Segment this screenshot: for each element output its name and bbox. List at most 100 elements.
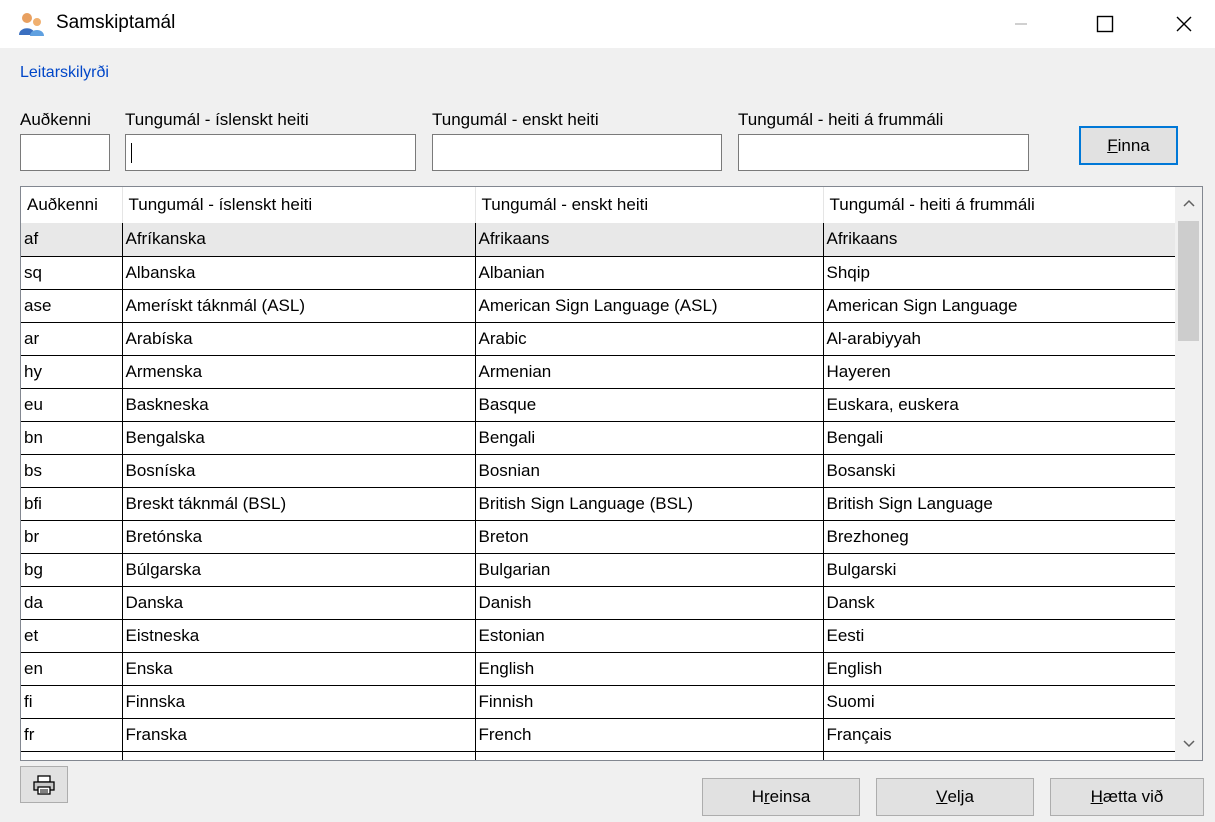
cell-native-name: Shqip	[823, 256, 1176, 290]
cell-english-name: Bulgarian	[475, 553, 824, 587]
cell-native-name: Al-arabiyyah	[823, 322, 1176, 356]
table-row[interactable]: bg Búlgarska Bulgarian Bulgarski	[21, 553, 1176, 587]
select-button-label: elja	[947, 787, 974, 806]
cell-id: bn	[21, 421, 123, 455]
cell-id: hy	[21, 355, 123, 389]
cell-id: ase	[21, 289, 123, 323]
cell-native-name: Bulgarski	[823, 553, 1176, 587]
chevron-down-icon	[1182, 740, 1195, 748]
cell-icelandic-name: Bretónska	[122, 520, 476, 554]
title-bar: Samskiptamál	[0, 0, 1215, 48]
find-button-mnemonic: F	[1107, 135, 1118, 155]
table-row[interactable]: en Enska English English	[21, 652, 1176, 686]
cell-english-name: Estonian	[475, 619, 824, 653]
cell-english-name: Afrikaans	[475, 223, 824, 257]
table-row[interactable]: da Danska Danish Dansk	[21, 586, 1176, 620]
cell-id: br	[21, 520, 123, 554]
cell-native-name: Hayeren	[823, 355, 1176, 389]
icelandic-name-field-label: Tungumál - íslenskt heiti	[125, 110, 309, 129]
column-header-native-name[interactable]: Tungumál - heiti á frummáli	[823, 187, 1176, 223]
select-button[interactable]: Velja	[876, 778, 1034, 816]
cell-english-name: American Sign Language (ASL)	[475, 289, 824, 323]
column-header-icelandic-name[interactable]: Tungumál - íslenskt heiti	[122, 187, 476, 223]
cell-id: ar	[21, 322, 123, 356]
cell-id: fr	[21, 718, 123, 752]
select-button-mnemonic: V	[936, 787, 948, 806]
table-row[interactable]: bn Bengalska Bengali Bengali	[21, 421, 1176, 455]
cell-native-name: Eesti	[823, 619, 1176, 653]
column-header-id[interactable]: Auðkenni	[21, 187, 123, 223]
cell-native-name: Bengali	[823, 421, 1176, 455]
table-row[interactable]: et Eistneska Estonian Eesti	[21, 619, 1176, 653]
find-button-label: inna	[1117, 135, 1150, 155]
table-row[interactable]: br Bretónska Breton Brezhoneg	[21, 520, 1176, 554]
grid-body: af Afríkanska Afrikaans Afrikaans sq Albanska…	[21, 223, 1176, 760]
table-row[interactable]: ar Arabíska Arabic Al-arabiyyah	[21, 322, 1176, 356]
cell-id: et	[21, 619, 123, 653]
close-icon	[1176, 16, 1192, 32]
cell-id: en	[21, 652, 123, 686]
cell-english-name: British Sign Language (BSL)	[475, 487, 824, 521]
column-header-english-name[interactable]: Tungumál - enskt heiti	[475, 187, 824, 223]
minimize-button[interactable]	[992, 0, 1050, 48]
scroll-down-button[interactable]	[1175, 728, 1202, 760]
find-button[interactable]: Finna	[1079, 126, 1178, 165]
native-name-field[interactable]	[738, 134, 1029, 171]
icelandic-name-field[interactable]	[125, 134, 416, 171]
id-field[interactable]	[20, 134, 110, 171]
minimize-icon	[1015, 23, 1027, 25]
cell-native-name: Brezhoneg	[823, 520, 1176, 554]
scroll-thumb[interactable]	[1178, 221, 1199, 341]
cell-id: af	[21, 223, 123, 257]
cell-native-name: Suomi	[823, 685, 1176, 719]
print-button[interactable]	[20, 766, 68, 803]
people-icon	[19, 13, 44, 36]
cell-english-name: Finnish	[475, 685, 824, 719]
table-row[interactable]: fr Franska French Français	[21, 718, 1176, 752]
cell-icelandic-name: Danska	[122, 586, 476, 620]
printer-icon	[33, 774, 55, 795]
cell-icelandic-name: Eistneska	[122, 619, 476, 653]
cell-icelandic-name: Franska	[122, 718, 476, 752]
cell-icelandic-name: Arabíska	[122, 322, 476, 356]
table-row[interactable]: fi Finnska Finnish Suomi	[21, 685, 1176, 719]
cancel-button-mnemonic: H	[1090, 787, 1103, 806]
clear-button-label: einsa	[769, 787, 811, 806]
cell-native-name: British Sign Language	[823, 487, 1176, 521]
cell-id: fi	[21, 685, 123, 719]
cell-native-name: American Sign Language	[823, 289, 1176, 323]
table-row[interactable]: foFæreyskaFaroeseFøroyskt	[21, 751, 1176, 760]
close-button[interactable]	[1155, 0, 1213, 48]
cell-english-name: Bosnian	[475, 454, 824, 488]
cell-english-name: Danish	[475, 586, 824, 620]
cell-english-name: French	[475, 718, 824, 752]
vertical-scrollbar[interactable]	[1175, 187, 1202, 760]
cell-id: eu	[21, 388, 123, 422]
cell-native-name: English	[823, 652, 1176, 686]
table-row[interactable]: af Afríkanska Afrikaans Afrikaans	[21, 223, 1176, 257]
cell-icelandic-name: Bengalska	[122, 421, 476, 455]
cell-native-name: Afrikaans	[823, 223, 1176, 257]
cell-native-name: Bosanski	[823, 454, 1176, 488]
cell-native-name: Français	[823, 718, 1176, 752]
scroll-up-button[interactable]	[1175, 187, 1202, 219]
cancel-button[interactable]: Hætta við	[1050, 778, 1204, 816]
table-row[interactable]: eu Baskneska Basque Euskara, euskera	[21, 388, 1176, 422]
clear-button-pre: H	[751, 787, 764, 806]
clear-button[interactable]: Hr einsa	[702, 778, 860, 816]
cell-id: sq	[21, 256, 123, 290]
table-row[interactable]: hy Armenska Armenian Hayeren	[21, 355, 1176, 389]
cell-icelandic-name: Amerískt táknmál (ASL)	[122, 289, 476, 323]
cell-english-name: English	[475, 652, 824, 686]
cell-icelandic-name: Finnska	[122, 685, 476, 719]
table-row[interactable]: ase Amerískt táknmál (ASL) American Sign L…	[21, 289, 1176, 323]
table-row[interactable]: bfi Breskt táknmál (BSL) British Sign Lang…	[21, 487, 1176, 521]
results-grid[interactable]: Auðkenni Tungumál - íslenskt heiti Tungu…	[20, 186, 1203, 761]
table-row[interactable]: bs Bosníska Bosnian Bosanski	[21, 454, 1176, 488]
chevron-up-icon	[1182, 199, 1195, 207]
cell-native-name: Føroyskt	[823, 751, 1176, 760]
table-row[interactable]: sq Albanska Albanian Shqip	[21, 256, 1176, 290]
maximize-button[interactable]	[1076, 0, 1134, 48]
english-name-field[interactable]	[432, 134, 722, 171]
cell-icelandic-name: Enska	[122, 652, 476, 686]
